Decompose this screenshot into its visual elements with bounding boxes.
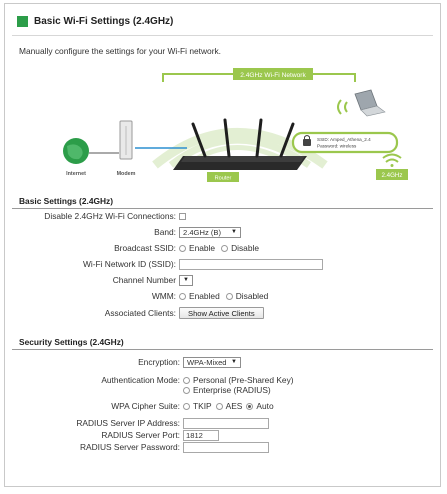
wmm-disabled-option[interactable]: Disabled bbox=[225, 291, 269, 301]
associated-clients-row: Associated Clients: Show Active Clients bbox=[5, 306, 442, 320]
internet-label: Internet bbox=[66, 171, 86, 177]
wmm-disabled-radio[interactable] bbox=[225, 292, 233, 300]
cipher-auto-label: Auto bbox=[256, 401, 274, 411]
encryption-label: Encryption: bbox=[138, 357, 180, 367]
laptop-icon bbox=[354, 89, 386, 117]
wmm-enabled-option[interactable]: Enabled bbox=[179, 291, 220, 301]
radius-ip-row: RADIUS Server IP Address: bbox=[5, 417, 442, 429]
radius-password-label: RADIUS Server Password: bbox=[79, 442, 180, 452]
cipher-aes-option[interactable]: AES bbox=[215, 401, 243, 411]
broadcast-disable-radio[interactable] bbox=[221, 244, 229, 252]
password-line: Password: wireless bbox=[317, 144, 357, 149]
chevron-down-icon: ▼ bbox=[183, 277, 189, 283]
modem-label: Modem bbox=[117, 171, 136, 177]
broadcast-enable-radio[interactable] bbox=[179, 244, 186, 252]
chevron-down-icon: ▼ bbox=[231, 359, 237, 365]
cipher-suite-row: WPA Cipher Suite: TKIP AES Auto bbox=[5, 400, 442, 412]
encryption-select[interactable]: WPA-Mixed ▼ bbox=[183, 356, 241, 368]
radius-port-row: RADIUS Server Port: 1812 bbox=[5, 429, 442, 441]
security-settings-divider bbox=[12, 349, 433, 350]
channel-label: Channel Number bbox=[112, 275, 176, 285]
radius-ip-label: RADIUS Server IP Address: bbox=[76, 418, 180, 428]
header-marker-icon bbox=[17, 16, 28, 27]
ssid-line: SSID: Amped_Athena_2.4 bbox=[317, 137, 371, 142]
network-label: 2.4GHz Wi-Fi Network bbox=[240, 72, 306, 79]
cipher-tkip-label: TKIP bbox=[193, 401, 212, 411]
channel-row: Channel Number ▼ bbox=[5, 274, 442, 286]
cipher-suite-label: WPA Cipher Suite: bbox=[111, 401, 180, 411]
wifi-icon bbox=[382, 153, 402, 167]
security-settings-title: Security Settings (2.4GHz) bbox=[19, 337, 124, 347]
radius-ip-input[interactable] bbox=[183, 417, 269, 429]
associated-clients-label: Associated Clients: bbox=[104, 308, 176, 318]
router-label: Router bbox=[215, 176, 232, 182]
network-diagram-graphic: 2.4GHz Wi-Fi Network Router Internet Mod… bbox=[63, 68, 408, 182]
ssid-input[interactable] bbox=[179, 258, 323, 270]
disable-wifi-row: Disable 2.4GHz Wi-Fi Connections: bbox=[5, 210, 442, 222]
channel-select[interactable]: ▼ bbox=[179, 274, 193, 286]
auth-enterprise-option[interactable]: Enterprise (RADIUS) bbox=[183, 385, 271, 395]
chevron-down-icon: ▼ bbox=[231, 229, 237, 235]
encryption-row: Encryption: WPA-Mixed ▼ bbox=[5, 356, 442, 368]
wmm-row: WMM: Enabled Disabled bbox=[5, 290, 442, 302]
radius-port-input[interactable]: 1812 bbox=[183, 429, 219, 441]
auth-enterprise-label: Enterprise (RADIUS) bbox=[193, 385, 271, 395]
broadcast-enable-label: Enable bbox=[189, 243, 216, 253]
cipher-auto-option[interactable]: Auto bbox=[246, 401, 274, 411]
cipher-auto-radio[interactable] bbox=[246, 402, 254, 410]
basic-settings-divider bbox=[12, 208, 433, 209]
band-label: Band: bbox=[154, 227, 176, 237]
disable-wifi-checkbox[interactable] bbox=[179, 212, 186, 220]
encryption-value: WPA-Mixed bbox=[187, 357, 227, 367]
wmm-enabled-radio[interactable] bbox=[179, 292, 186, 300]
auth-enterprise-radio[interactable] bbox=[183, 386, 190, 394]
page-description: Manually configure the settings for your… bbox=[19, 46, 222, 56]
page-header: Basic Wi-Fi Settings (2.4GHz) bbox=[17, 16, 173, 27]
wmm-label: WMM: bbox=[151, 291, 176, 301]
broadcast-disable-label: Disable bbox=[231, 243, 260, 253]
wmm-enabled-label: Enabled bbox=[189, 291, 220, 301]
network-diagram: 2.4GHz Wi-Fi Network Router Internet Mod… bbox=[5, 60, 442, 184]
settings-panel: Basic Wi-Fi Settings (2.4GHz) Manually c… bbox=[4, 3, 441, 487]
cipher-aes-radio[interactable] bbox=[215, 402, 223, 410]
broadcast-ssid-label: Broadcast SSID: bbox=[114, 243, 176, 253]
ssid-row: Wi-Fi Network ID (SSID): bbox=[5, 258, 442, 270]
band-select[interactable]: 2.4GHz (B) ▼ bbox=[179, 226, 241, 238]
disable-wifi-label: Disable 2.4GHz Wi-Fi Connections: bbox=[44, 211, 176, 221]
band-row: Band: 2.4GHz (B) ▼ bbox=[5, 226, 442, 238]
page-title: Basic Wi-Fi Settings (2.4GHz) bbox=[34, 16, 174, 27]
auth-personal-radio[interactable] bbox=[183, 376, 190, 384]
radius-password-input[interactable] bbox=[183, 441, 269, 453]
broadcast-disable-option[interactable]: Disable bbox=[221, 243, 259, 253]
show-active-clients-button[interactable]: Show Active Clients bbox=[179, 307, 264, 319]
lock-icon bbox=[303, 139, 311, 146]
cipher-tkip-radio[interactable] bbox=[183, 402, 190, 410]
cipher-tkip-option[interactable]: TKIP bbox=[183, 401, 212, 411]
broadcast-enable-option[interactable]: Enable bbox=[179, 243, 215, 253]
basic-settings-title: Basic Settings (2.4GHz) bbox=[19, 196, 114, 206]
wmm-disabled-label: Disabled bbox=[235, 291, 269, 301]
band-badge-label: 2.4GHz bbox=[382, 172, 403, 179]
header-divider bbox=[12, 35, 433, 36]
ssid-label: Wi-Fi Network ID (SSID): bbox=[82, 259, 176, 269]
band-value: 2.4GHz (B) bbox=[183, 227, 221, 237]
radius-port-label: RADIUS Server Port: bbox=[101, 430, 180, 440]
laptop-signal-icon bbox=[337, 99, 342, 115]
broadcast-ssid-row: Broadcast SSID: Enable Disable bbox=[5, 242, 442, 254]
cipher-aes-label: AES bbox=[225, 401, 243, 411]
radius-password-row: RADIUS Server Password: bbox=[5, 441, 442, 453]
auth-mode-row-2: Enterprise (RADIUS) bbox=[5, 384, 442, 396]
